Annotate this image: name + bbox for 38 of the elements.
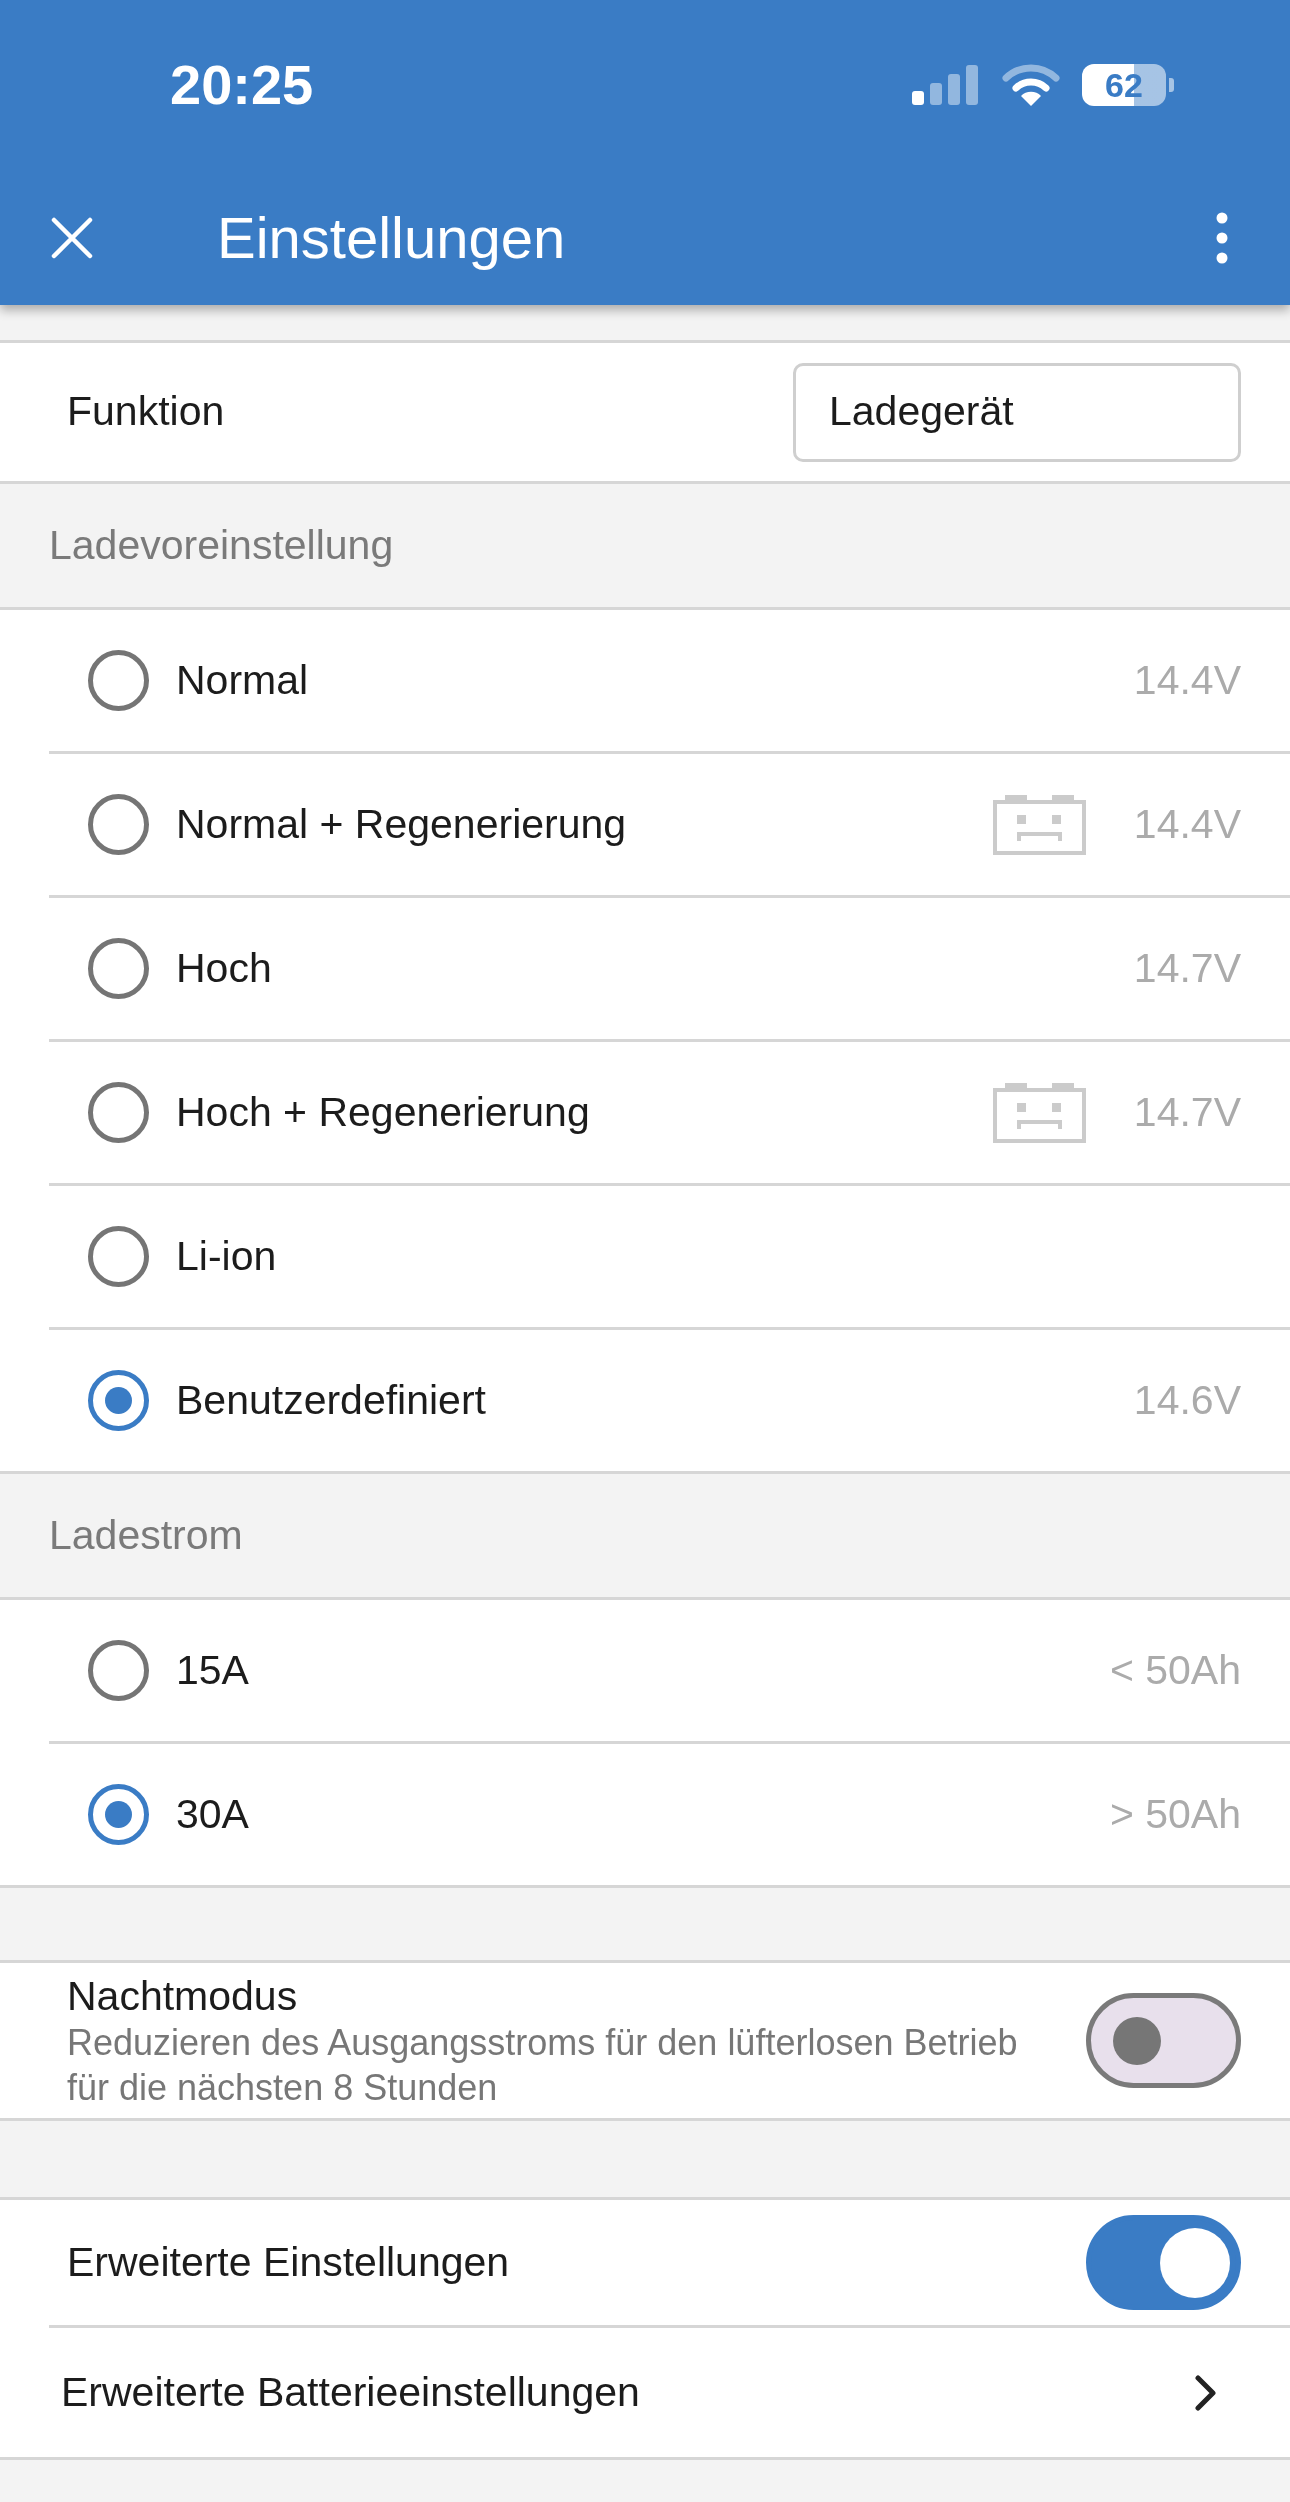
battery-settings-link[interactable]: Erweiterte Batterieeinstellungen — [61, 2361, 640, 2424]
wifi-icon — [1002, 64, 1060, 106]
option-label[interactable]: Benutzerdefiniert — [176, 1369, 486, 1432]
radio-button[interactable] — [88, 938, 149, 999]
option-label[interactable]: 15A — [176, 1639, 249, 1702]
chevron-right-icon[interactable] — [1194, 2374, 1218, 2411]
option-value: 14.4V — [1133, 655, 1241, 705]
option-label[interactable]: Hoch — [176, 937, 272, 1000]
advanced-settings-label: Erweiterte Einstellungen — [67, 2237, 510, 2287]
option-value: 14.4V — [1133, 799, 1241, 849]
option-label[interactable]: Normal + Regenerierung — [176, 793, 627, 856]
option-value: < 50Ah — [1109, 1645, 1241, 1695]
option-label[interactable]: 30A — [176, 1783, 249, 1846]
section-title: Ladevoreinstellung — [49, 520, 394, 570]
radio-button[interactable] — [88, 1784, 149, 1845]
function-label: Funktion — [67, 387, 225, 437]
radio-button[interactable] — [88, 1640, 149, 1701]
radio-button[interactable] — [88, 1226, 149, 1287]
radio-button[interactable] — [88, 1082, 149, 1143]
radio-button[interactable] — [88, 794, 149, 855]
function-field[interactable]: Ladegerät — [793, 362, 1241, 462]
status-time: 20:25 — [170, 57, 314, 113]
signal-icon — [912, 65, 978, 105]
option-value: 14.7V — [1133, 1087, 1241, 1137]
option-label[interactable]: Normal — [176, 649, 309, 712]
radio-button[interactable] — [88, 650, 149, 711]
night-mode-title: Nachtmodus — [67, 1971, 299, 2020]
option-label[interactable]: Hoch + Regenerierung — [176, 1081, 590, 1144]
option-value: 14.7V — [1133, 943, 1241, 993]
battery-indicator: 62 — [1082, 64, 1174, 106]
radio-button[interactable] — [88, 1370, 149, 1431]
option-value: 14.6V — [1133, 1375, 1241, 1425]
close-icon[interactable] — [51, 216, 93, 259]
option-value: > 50Ah — [1109, 1789, 1241, 1839]
more-options-icon[interactable] — [1216, 211, 1228, 264]
option-label[interactable]: Li-ion — [176, 1225, 277, 1288]
night-mode-description: Reduzieren des Ausgangsstroms für den lüfterlosen Betrieb für die nächsten 8 Stunden — [67, 2020, 1019, 2110]
section-title: Ladestrom — [49, 1510, 243, 1560]
